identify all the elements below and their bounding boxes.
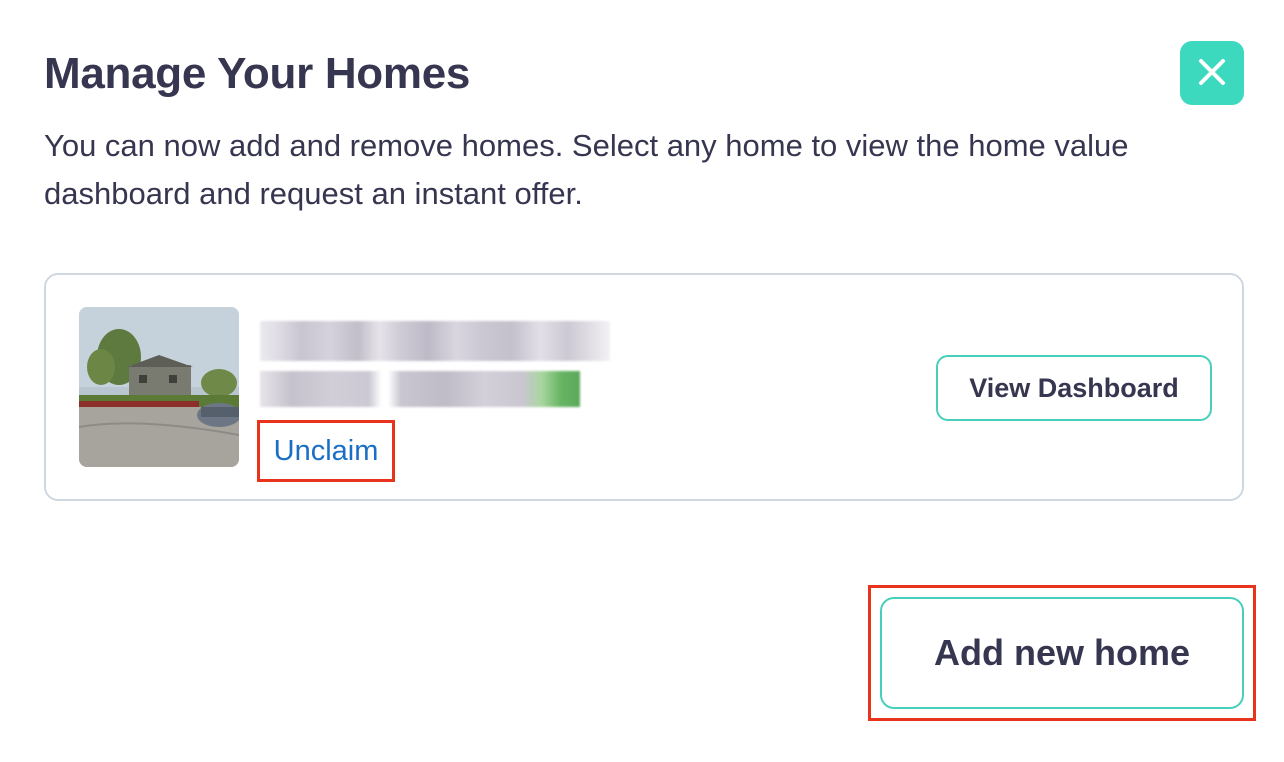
unclaim-link[interactable]: Unclaim	[257, 420, 395, 482]
manage-homes-modal: Manage Your Homes You can now add and re…	[0, 0, 1284, 762]
page-title: Manage Your Homes	[44, 49, 471, 98]
close-icon	[1197, 57, 1227, 90]
city-line-redacted	[260, 371, 580, 407]
description-text: You can now add and remove homes. Select…	[44, 128, 1129, 211]
address-line-redacted	[260, 321, 610, 361]
home-card: Unclaim View Dashboard	[44, 273, 1244, 501]
view-dashboard-button[interactable]: View Dashboard	[936, 355, 1212, 421]
home-photo[interactable]	[79, 307, 239, 467]
close-button[interactable]	[1180, 41, 1244, 105]
add-new-home-button[interactable]: Add new home	[880, 597, 1244, 709]
